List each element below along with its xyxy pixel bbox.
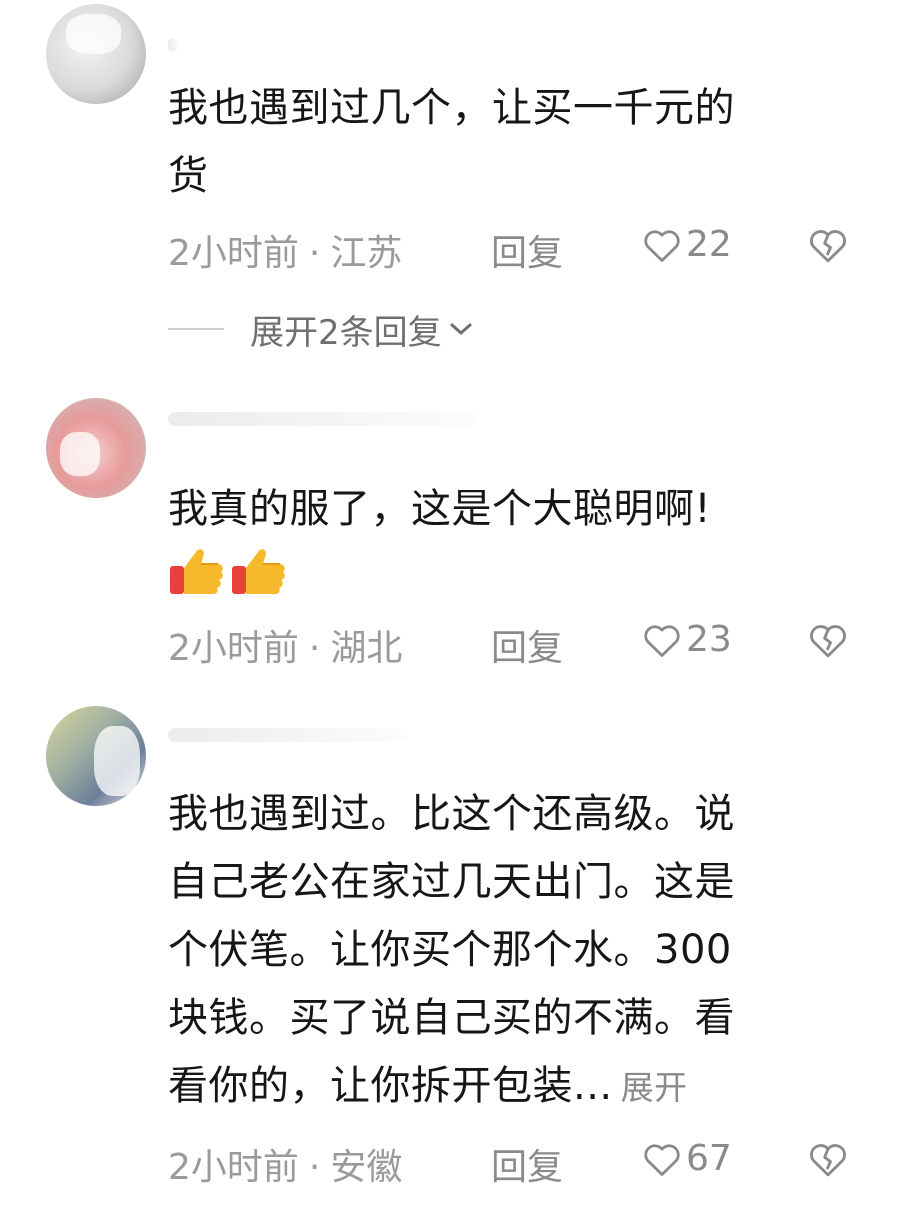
comment-body: 我也遇到过。比这个还高级。说 自己老公在家过几天出门。这是 个伏笔。让你买个那个… — [168, 780, 858, 1122]
heart-icon — [644, 1143, 680, 1176]
dislike-button[interactable] — [808, 226, 848, 273]
comment-line: 我也遇到过。比这个还高级。说 — [168, 791, 735, 837]
timestamp: 2小时前 — [168, 1147, 299, 1188]
avatar[interactable] — [46, 4, 146, 104]
separator: · — [308, 628, 321, 669]
like-button[interactable]: 22 — [642, 224, 732, 265]
comment-line: 个伏笔。让你买个那个水。300 — [168, 927, 732, 973]
like-count: 23 — [686, 619, 732, 660]
reply-button[interactable]: 回复 — [491, 224, 563, 276]
comment-line: 自己老公在家过几天出门。这是 — [168, 859, 735, 905]
username[interactable] — [168, 412, 478, 426]
separator: · — [308, 233, 321, 274]
timestamp: 2小时前 — [168, 628, 299, 669]
time-location: 2小时前 · 湖北 — [168, 619, 402, 671]
like-count: 22 — [686, 224, 732, 265]
heart-icon — [644, 624, 680, 657]
time-location: 2小时前 · 江苏 — [168, 224, 402, 276]
divider-line — [168, 328, 224, 330]
broken-heart-icon — [810, 625, 846, 658]
location: 湖北 — [330, 628, 403, 669]
like-count: 67 — [686, 1138, 732, 1179]
comment-body: 我真的服了，这是个大聪明啊! — [168, 475, 858, 543]
dislike-button[interactable] — [808, 621, 848, 668]
like-button[interactable]: 23 — [642, 619, 732, 660]
username[interactable] — [168, 38, 178, 52]
comment-meta: 2小时前 · 安徽 回复 67 — [168, 1138, 848, 1188]
location: 安徽 — [330, 1147, 403, 1188]
separator: · — [308, 1147, 321, 1188]
emoji-row — [168, 542, 288, 598]
comment-meta: 2小时前 · 湖北 回复 23 — [168, 619, 848, 669]
dislike-button[interactable] — [808, 1140, 848, 1187]
comment-line-text: 看你的，让你拆开包装... — [168, 1063, 613, 1109]
comment-line: 块钱。买了说自己买的不满。看 — [168, 995, 735, 1041]
avatar[interactable] — [46, 398, 146, 498]
comment-line: 看你的，让你拆开包装... 展开 — [168, 1052, 858, 1122]
thumbs-up-icon — [170, 549, 223, 594]
thumbs-up-icon — [232, 549, 285, 594]
chevron-down-icon — [450, 323, 472, 335]
avatar[interactable] — [46, 706, 146, 806]
expand-replies-button[interactable]: 展开2条回复 — [168, 304, 474, 354]
timestamp: 2小时前 — [168, 233, 299, 274]
username[interactable] — [168, 728, 408, 742]
reply-button[interactable]: 回复 — [491, 619, 563, 671]
like-button[interactable]: 67 — [642, 1138, 732, 1179]
comment-line: 货 — [168, 153, 209, 199]
broken-heart-icon — [810, 230, 846, 263]
comment-line: 我真的服了，这是个大聪明啊! — [168, 486, 712, 532]
expand-text-button[interactable]: 展开 — [621, 1068, 688, 1107]
expand-replies-label: 展开2条回复 — [250, 312, 442, 353]
broken-heart-icon — [810, 1144, 846, 1177]
location: 江苏 — [330, 233, 403, 274]
reply-button[interactable]: 回复 — [491, 1138, 563, 1190]
comment-line: 我也遇到过几个，让买一千元的 — [168, 85, 735, 131]
time-location: 2小时前 · 安徽 — [168, 1138, 402, 1190]
comment-body: 我也遇到过几个，让买一千元的 货 — [168, 74, 858, 210]
heart-icon — [644, 229, 680, 262]
comment-meta: 2小时前 · 江苏 回复 22 — [168, 224, 848, 274]
